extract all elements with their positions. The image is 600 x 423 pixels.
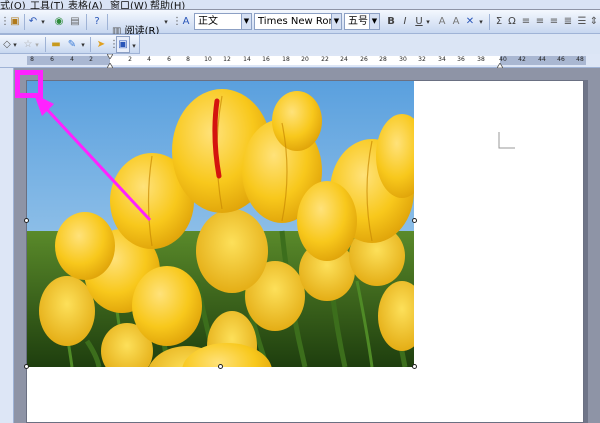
bold-button[interactable]: B: [385, 13, 397, 30]
style-select[interactable]: 正文 ▼: [194, 13, 252, 30]
font-size-select[interactable]: 五号 ▼: [344, 13, 380, 30]
resize-handle-bottom-right[interactable]: [412, 364, 417, 369]
ruler-tick: 8: [186, 56, 190, 63]
ruler-tick: 32: [418, 56, 426, 63]
sigma-button[interactable]: Σ: [493, 13, 505, 30]
text-boundary-corner-mark: [498, 132, 515, 149]
line-spacing-icon[interactable]: ⇕: [589, 13, 599, 30]
formatting-toolbar: ⋮ ▣ ↶ ▾ ◉ ▤ ? ▥ 阅读(R) ▾ ⋮ A 正文 ▼ Times N…: [0, 10, 600, 37]
underline-dropdown-icon[interactable]: ▾: [424, 13, 432, 30]
hyperlink-icon[interactable]: ◉: [52, 13, 66, 30]
ruler-tick: 14: [243, 56, 251, 63]
emphasis-icon[interactable]: ✕: [463, 13, 477, 30]
ruler-tick: 20: [301, 56, 309, 63]
ruler-tick: 24: [340, 56, 348, 63]
italic-button[interactable]: I: [399, 13, 411, 30]
style-value: 正文: [198, 16, 218, 27]
ruler-tick: 44: [538, 56, 546, 63]
ruler-tick: 34: [438, 56, 446, 63]
chevron-down-icon[interactable]: ▼: [331, 14, 341, 29]
ruler-tick: 28: [379, 56, 387, 63]
horizontal-ruler[interactable]: 8 6 4 2 2 4 6 8 10 12 14 16 18 20 22 24 …: [0, 54, 600, 68]
menu-format[interactable]: 式(O): [0, 0, 26, 9]
paste-icon[interactable]: ▣: [8, 13, 22, 30]
align-right-icon[interactable]: ≡: [548, 13, 560, 30]
ruler-tick: 22: [321, 56, 329, 63]
resize-handle-bottom-left[interactable]: [24, 364, 29, 369]
ruler-tick: 40: [499, 56, 507, 63]
undo-icon[interactable]: ↶: [27, 13, 39, 30]
ruler-tick: 42: [518, 56, 526, 63]
ruler-tick: 8: [30, 56, 34, 63]
menu-help[interactable]: 帮助(H): [150, 0, 185, 9]
ruler-tick: 6: [50, 56, 54, 63]
font-select[interactable]: Times New Roman ▼: [254, 13, 342, 30]
highlight-icon[interactable]: ➤: [94, 36, 108, 53]
cursor-dropdown-icon[interactable]: ▾: [33, 36, 41, 53]
undo-dropdown-icon[interactable]: ▾: [39, 13, 47, 30]
ruler-tick: 10: [204, 56, 212, 63]
resize-handle-right[interactable]: [412, 218, 417, 223]
font-size-value: 五号: [348, 16, 368, 27]
first-line-indent-marker[interactable]: [107, 54, 113, 59]
ruler-tick: 26: [360, 56, 368, 63]
emphasis-dropdown-icon[interactable]: ▾: [477, 13, 485, 30]
drawing-toolbar: ◇ ▾ ☆ ▾ ▬ ✎ ▾ ➤ ⋮ ▣ ▾: [0, 34, 140, 54]
chevron-down-icon[interactable]: ▼: [369, 14, 379, 29]
distribute-icon[interactable]: ☰: [576, 13, 588, 30]
image-frame-icon[interactable]: ▣: [116, 36, 130, 53]
folder-icon[interactable]: ▬: [49, 36, 63, 53]
vertical-ruler[interactable]: [0, 68, 14, 423]
chevron-down-icon[interactable]: ▼: [241, 14, 251, 29]
resize-handle-bottom[interactable]: [218, 364, 223, 369]
justify-icon[interactable]: ≣: [562, 13, 574, 30]
ruler-tick: 16: [262, 56, 270, 63]
font-value: Times New Roman: [258, 16, 342, 27]
ruler-tick: 48: [576, 56, 584, 63]
menu-bar: 式(O) 工具(T) 表格(A) 窗口(W) 帮助(H): [0, 0, 600, 9]
toolbar-separator: [489, 14, 490, 30]
char-shading-icon[interactable]: A: [450, 13, 462, 30]
toolbar-separator: [45, 37, 46, 52]
resize-handle-left[interactable]: [24, 218, 29, 223]
toolbar-separator: [107, 14, 108, 30]
menu-table[interactable]: 表格(A): [68, 0, 103, 9]
ruler-tick: 38: [477, 56, 485, 63]
toolbar-separator: [86, 14, 87, 30]
toolbar-empty-area: [140, 34, 600, 54]
ruler-tick: 2: [89, 56, 93, 63]
toolbar-separator: [24, 14, 25, 30]
align-left-icon[interactable]: ≡: [520, 13, 532, 30]
annotation-arrow: [34, 94, 152, 222]
table-icon[interactable]: ▤: [68, 13, 82, 30]
styles-pane-icon[interactable]: A: [180, 13, 192, 30]
page-shadow: [584, 80, 588, 423]
toolbar-options-icon[interactable]: ▾: [131, 39, 137, 53]
char-border-icon[interactable]: A: [436, 13, 448, 30]
ruler-tick: 6: [167, 56, 171, 63]
ruler-tick: 4: [70, 56, 74, 63]
ruler-tick: 46: [557, 56, 565, 63]
toolbar-options-icon[interactable]: ▾: [162, 13, 170, 30]
menu-tools[interactable]: 工具(T): [30, 0, 64, 9]
ruler-tick: 4: [147, 56, 151, 63]
pen-dropdown-icon[interactable]: ▾: [79, 36, 87, 53]
pen-icon[interactable]: ✎: [65, 36, 79, 53]
ruler-tick: 30: [399, 56, 407, 63]
menu-window[interactable]: 窗口(W): [110, 0, 148, 9]
ruler-tick: 36: [457, 56, 465, 63]
align-center-icon[interactable]: ≡: [534, 13, 546, 30]
ruler-tick: 18: [282, 56, 290, 63]
omega-button[interactable]: Ω: [506, 13, 518, 30]
ruler-tick: 2: [128, 56, 132, 63]
toolbar-separator: [90, 37, 91, 52]
ruler-tick: 12: [223, 56, 231, 63]
help-icon[interactable]: ?: [90, 13, 104, 30]
draw-dropdown-icon[interactable]: ▾: [11, 36, 19, 53]
